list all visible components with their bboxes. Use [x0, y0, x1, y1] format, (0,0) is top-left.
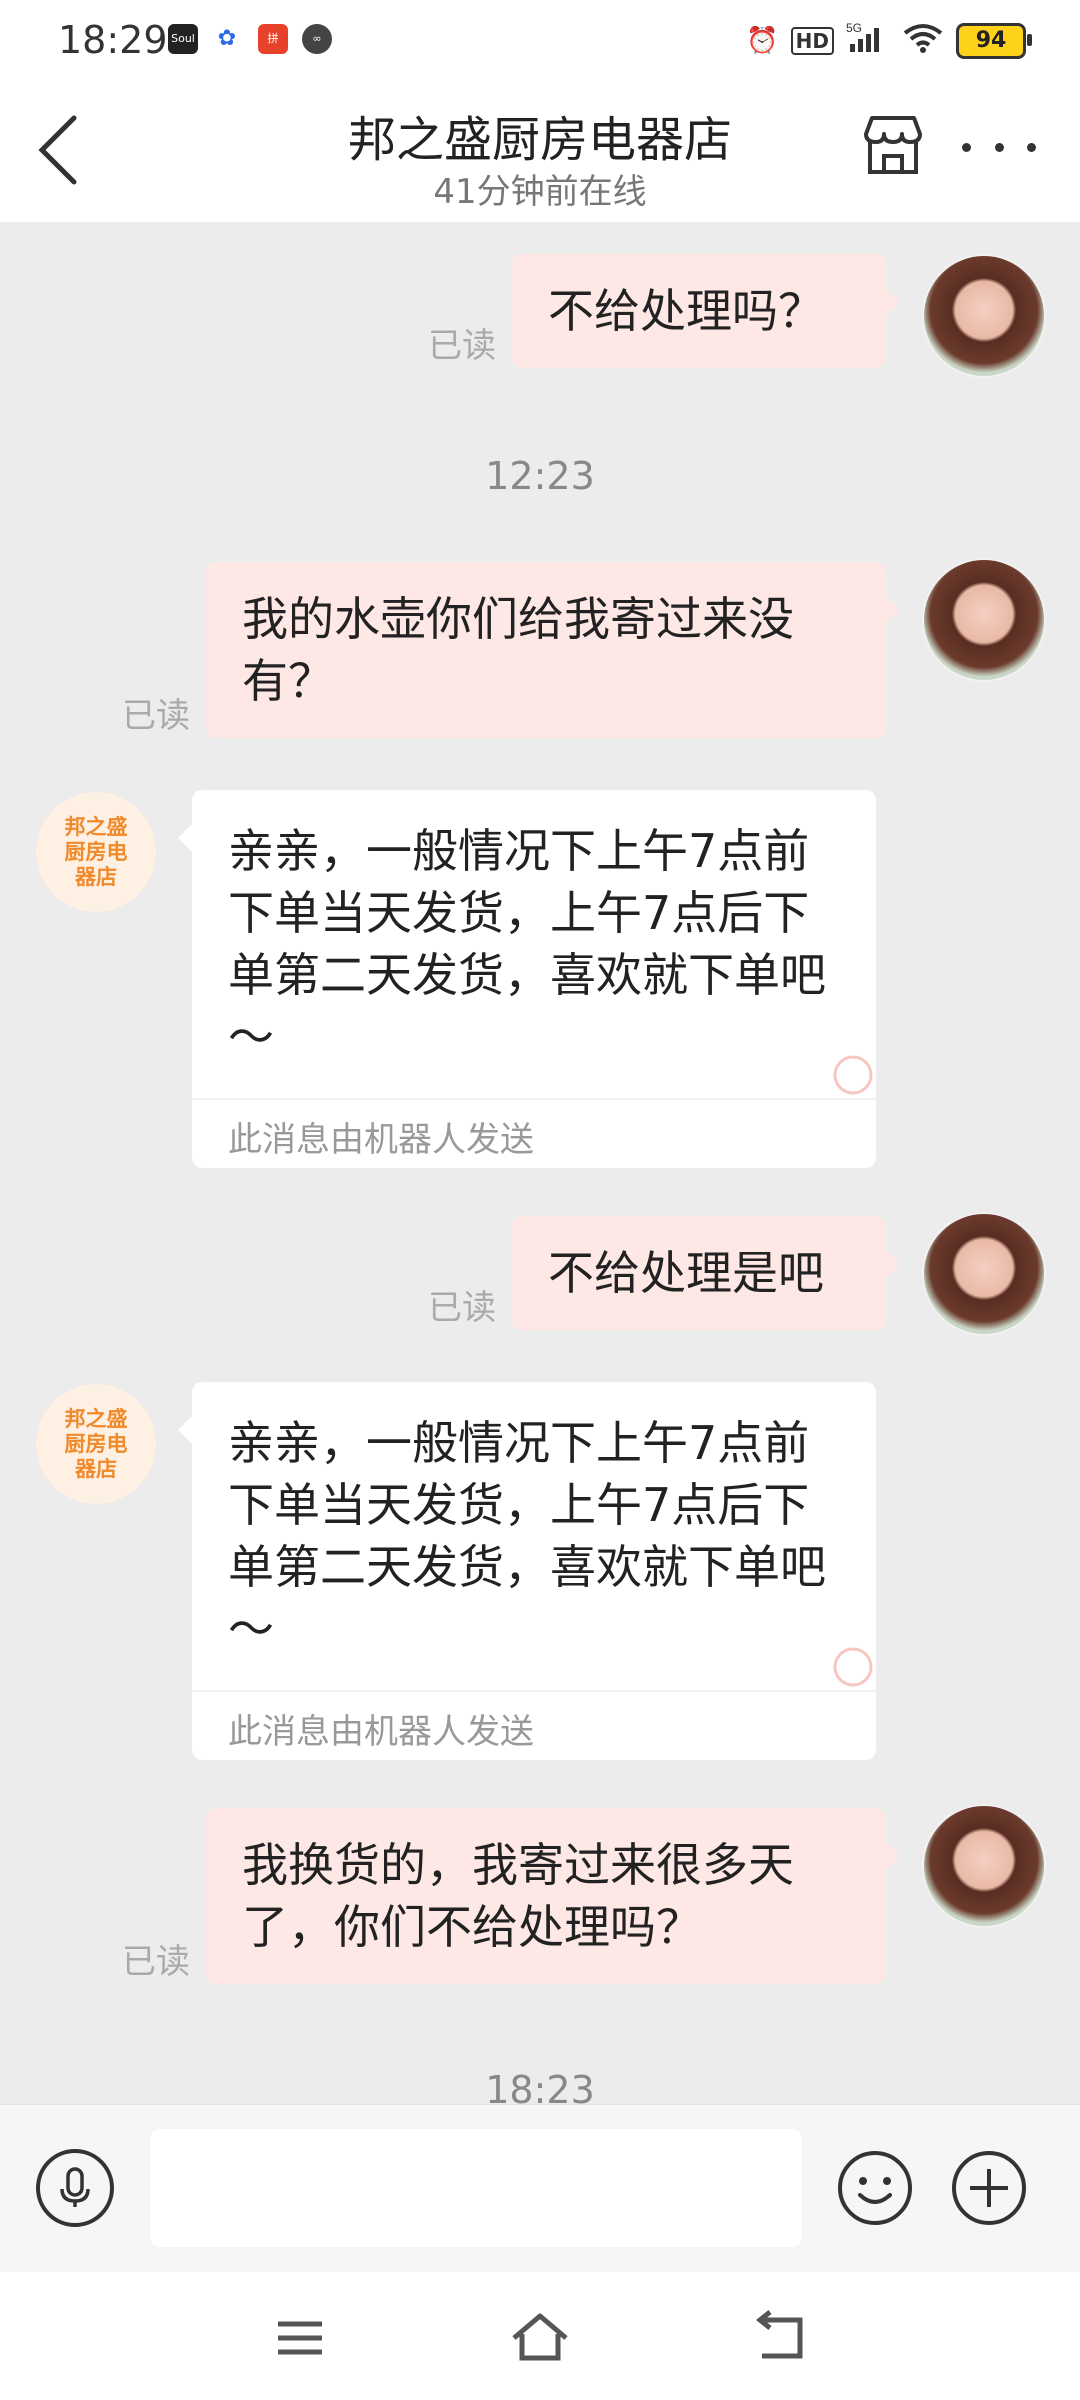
voice-button[interactable]	[36, 2149, 114, 2227]
soul-app-icon: Soul	[168, 24, 198, 54]
chat-messages[interactable]: 不给处理吗？ 已读 12:23 我的水壶你们给我寄过来没有？ 已读 邦之盛 厨房电…	[0, 222, 1080, 2104]
message-input-bar	[0, 2104, 1080, 2273]
robot-sent-note: 此消息由机器人发送	[192, 1690, 876, 1760]
menu-icon	[278, 2321, 322, 2355]
read-status: 已读	[428, 1288, 496, 1328]
battery-indicator: 94	[956, 22, 1032, 59]
wifi-icon	[902, 21, 944, 60]
read-status: 已读	[428, 326, 496, 366]
more-dot-icon	[1027, 142, 1036, 152]
home-button[interactable]	[510, 2310, 570, 2366]
baidu-app-icon: ✿	[212, 24, 242, 54]
message-timestamp: 12:23	[485, 454, 595, 498]
back-nav-button[interactable]	[750, 2310, 810, 2366]
more-actions-button[interactable]	[950, 2149, 1028, 2227]
my-message-bubble[interactable]: 不给处理是吧	[512, 1216, 900, 1330]
signal-icon: 5G	[846, 20, 890, 61]
shop-message-bubble[interactable]: 亲亲，一般情况下上午7点前下单当天发货，上午7点后下单第二天发货，喜欢就下单吧～…	[178, 790, 876, 1168]
read-status: 已读	[122, 696, 190, 736]
return-icon	[755, 2310, 803, 2359]
more-dot-icon	[962, 142, 971, 152]
message-input[interactable]	[150, 2129, 802, 2247]
link-app-icon: ∞	[302, 24, 332, 54]
store-icon	[864, 116, 922, 174]
pdd-app-icon: 拼	[258, 24, 288, 54]
more-dot-icon	[994, 142, 1004, 152]
my-message-bubble[interactable]: 不给处理吗？	[512, 254, 900, 368]
status-time: 18:29	[58, 18, 168, 62]
shop-avatar[interactable]: 邦之盛 厨房电 器店	[36, 792, 156, 912]
status-icons: ⏰ HD 5G 94	[746, 20, 1032, 61]
status-bar: 18:29 Soul ✿ 拼 ∞ ⏰ HD 5G 94	[0, 0, 1080, 84]
alarm-icon: ⏰	[746, 25, 779, 56]
watermark-icon	[833, 1647, 873, 1687]
robot-sent-note: 此消息由机器人发送	[192, 1098, 876, 1168]
home-icon	[512, 2313, 568, 2361]
shop-avatar[interactable]: 邦之盛 厨房电 器店	[36, 1384, 156, 1504]
menu-button[interactable]	[270, 2310, 330, 2366]
my-message-bubble[interactable]: 我换货的，我寄过来很多天了，你们不给处理吗？	[206, 1808, 900, 1984]
message-timestamp: 18:23	[485, 2068, 595, 2104]
shop-message-bubble[interactable]: 亲亲，一般情况下上午7点前下单当天发货，上午7点后下单第二天发货，喜欢就下单吧～…	[178, 1382, 876, 1760]
plus-icon	[952, 2151, 1026, 2225]
chat-header: 邦之盛厨房电器店 41分钟前在线	[0, 84, 1080, 222]
my-avatar[interactable]	[922, 1804, 1046, 1928]
microphone-icon	[60, 2167, 90, 2207]
my-avatar[interactable]	[922, 254, 1046, 378]
network-label: 5G	[846, 21, 862, 35]
smiley-icon	[838, 2151, 912, 2225]
system-navigation-bar	[0, 2272, 1080, 2400]
my-message-bubble[interactable]: 我的水壶你们给我寄过来没有？	[206, 562, 900, 738]
read-status: 已读	[122, 1942, 190, 1982]
store-button[interactable]	[860, 112, 926, 178]
my-avatar[interactable]	[922, 1212, 1046, 1336]
watermark-icon	[833, 1055, 873, 1095]
shop-message-text: 亲亲，一般情况下上午7点前下单当天发货，上午7点后下单第二天发货，喜欢就下单吧～	[228, 824, 826, 1064]
more-options-button[interactable]	[962, 132, 1036, 162]
emoji-button[interactable]	[836, 2149, 914, 2227]
my-avatar[interactable]	[922, 558, 1046, 682]
shop-message-text: 亲亲，一般情况下上午7点前下单当天发货，上午7点后下单第二天发货，喜欢就下单吧～	[228, 1416, 826, 1656]
hd-icon: HD	[790, 26, 834, 55]
